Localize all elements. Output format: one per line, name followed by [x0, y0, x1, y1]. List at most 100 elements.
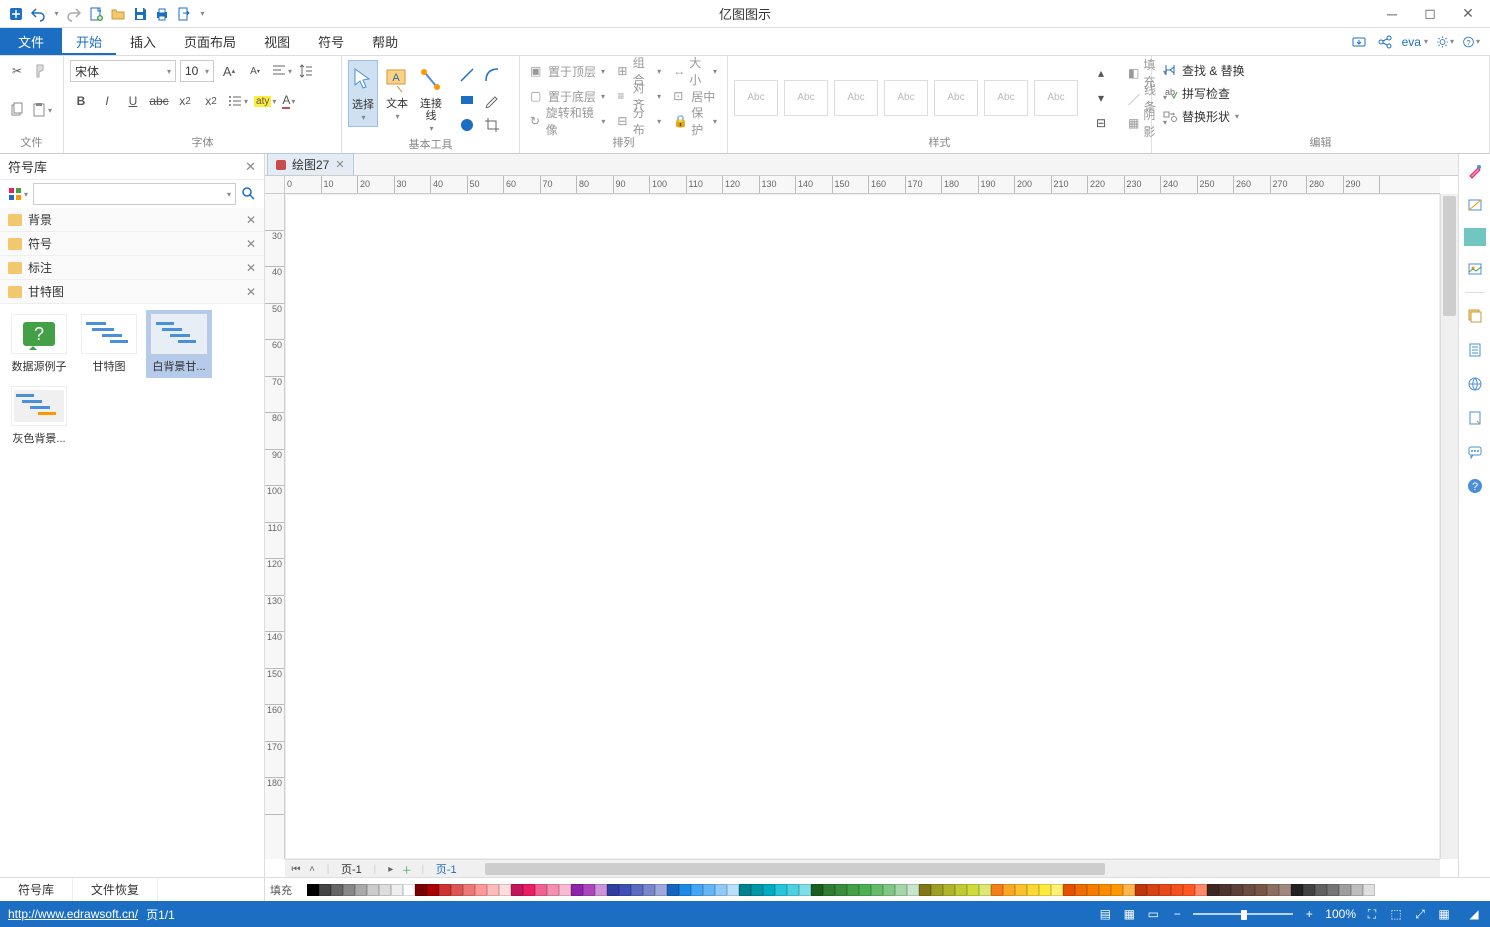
pen-shape-icon[interactable] [481, 89, 503, 111]
theme-panel-icon[interactable] [1464, 228, 1486, 246]
color-swatch[interactable] [1339, 884, 1351, 896]
styles-up-icon[interactable]: ▴ [1090, 62, 1112, 84]
line-spacing-icon[interactable] [297, 60, 315, 82]
file-menu[interactable]: 文件 [0, 28, 62, 55]
color-swatch[interactable] [307, 884, 319, 896]
grid-icon[interactable]: ▦ [1436, 906, 1452, 922]
font-color-icon[interactable]: A▾ [281, 90, 296, 112]
layers-panel-icon[interactable] [1464, 305, 1486, 327]
bottom-tab-library[interactable]: 符号库 [0, 878, 73, 901]
color-swatch[interactable] [763, 884, 775, 896]
status-url[interactable]: http://www.edrawsoft.cn/ [8, 907, 138, 921]
cat-close-icon[interactable]: ✕ [246, 237, 256, 251]
view-mode-3-icon[interactable]: ▭ [1145, 906, 1161, 922]
color-swatch[interactable] [499, 884, 511, 896]
undo-dropdown-icon[interactable]: ▾ [50, 4, 62, 24]
color-swatch[interactable] [1315, 884, 1327, 896]
color-swatch[interactable] [847, 884, 859, 896]
fullscreen-icon[interactable]: ⤢ [1412, 906, 1428, 922]
library-filter-icon[interactable]: ▾ [6, 183, 29, 205]
style-preset-5[interactable]: Abc [934, 80, 978, 116]
hyperlink-panel-icon[interactable] [1464, 373, 1486, 395]
color-swatch[interactable] [1279, 884, 1291, 896]
color-swatch[interactable] [979, 884, 991, 896]
color-swatch[interactable] [355, 884, 367, 896]
color-swatch[interactable] [1147, 884, 1159, 896]
shrink-font-icon[interactable]: A▾ [244, 60, 266, 82]
italic-icon[interactable]: I [96, 90, 118, 112]
export-dropdown-icon[interactable]: ▾ [196, 4, 208, 24]
bold-icon[interactable]: B [70, 90, 92, 112]
color-swatch[interactable] [319, 884, 331, 896]
rotate-button[interactable]: ↻旋转和镜像▾ [526, 110, 609, 132]
color-swatch[interactable] [871, 884, 883, 896]
maximize-button[interactable]: ◻ [1412, 2, 1448, 26]
cut-icon[interactable]: ✂ [6, 60, 28, 82]
color-swatch[interactable] [1075, 884, 1087, 896]
color-swatch[interactable] [907, 884, 919, 896]
underline-icon[interactable]: U [122, 90, 144, 112]
redo-icon[interactable] [64, 4, 84, 24]
color-swatch[interactable] [511, 884, 523, 896]
format-panel-icon[interactable] [1464, 160, 1486, 182]
vertical-scrollbar[interactable] [1440, 194, 1458, 859]
color-swatch[interactable] [967, 884, 979, 896]
color-swatch[interactable] [1327, 884, 1339, 896]
help-panel-icon[interactable]: ? [1464, 475, 1486, 497]
notes-panel-icon[interactable] [1464, 407, 1486, 429]
color-swatch[interactable] [1111, 884, 1123, 896]
save-icon[interactable] [130, 4, 150, 24]
select-tool[interactable]: 选择 ▾ [348, 60, 378, 127]
color-swatch[interactable] [487, 884, 499, 896]
highlight-icon[interactable]: aty▾ [253, 90, 277, 112]
bullets-icon[interactable]: ▾ [226, 90, 249, 112]
color-swatch[interactable] [595, 884, 607, 896]
style-preset-1[interactable]: Abc [734, 80, 778, 116]
shape-grey-bg-gantt[interactable]: 灰色背景... [6, 382, 72, 450]
tab-view[interactable]: 视图 [250, 28, 304, 55]
bring-front-button[interactable]: ▣置于顶层▾ [526, 60, 609, 82]
color-swatch[interactable] [607, 884, 619, 896]
color-swatch[interactable] [1195, 884, 1207, 896]
color-swatch[interactable] [1363, 884, 1375, 896]
color-swatch[interactable] [631, 884, 643, 896]
replace-shape-button[interactable]: 替换形状▾ [1158, 106, 1249, 126]
comments-panel-icon[interactable] [1464, 441, 1486, 463]
color-swatch[interactable] [1171, 884, 1183, 896]
fit-width-icon[interactable]: ⬚ [1388, 906, 1404, 922]
color-swatch[interactable] [1207, 884, 1219, 896]
color-swatch[interactable] [547, 884, 559, 896]
color-swatch[interactable] [1027, 884, 1039, 896]
zoom-slider[interactable] [1193, 913, 1293, 915]
zoom-out-icon[interactable]: − [1169, 906, 1185, 922]
canvas[interactable] [285, 194, 1440, 859]
color-swatch[interactable] [1267, 884, 1279, 896]
color-swatch[interactable] [1135, 884, 1147, 896]
color-swatch[interactable] [427, 884, 439, 896]
view-mode-2-icon[interactable]: ▦ [1121, 906, 1137, 922]
color-swatch[interactable] [1039, 884, 1051, 896]
shape-white-bg-gantt[interactable]: 白背景甘... [146, 310, 212, 378]
color-swatch[interactable] [403, 884, 415, 896]
quick-style-icon[interactable] [1464, 194, 1486, 216]
style-preset-3[interactable]: Abc [834, 80, 878, 116]
search-icon[interactable] [240, 185, 258, 203]
color-swatch[interactable] [715, 884, 727, 896]
find-replace-button[interactable]: 查找 & 替换 [1158, 60, 1249, 80]
format-painter-icon[interactable] [30, 60, 52, 82]
color-swatch[interactable] [703, 884, 715, 896]
settings-icon[interactable]: ▾ [1436, 33, 1454, 51]
color-swatch[interactable] [1063, 884, 1075, 896]
cat-close-icon[interactable]: ✕ [246, 261, 256, 275]
grow-font-icon[interactable]: A▴ [218, 60, 240, 82]
color-swatch[interactable] [679, 884, 691, 896]
color-swatch[interactable] [823, 884, 835, 896]
color-swatch[interactable] [475, 884, 487, 896]
color-swatch[interactable] [1243, 884, 1255, 896]
color-swatch[interactable] [739, 884, 751, 896]
connector-tool[interactable]: 连接线 ▾ [416, 60, 446, 137]
color-swatch[interactable] [1123, 884, 1135, 896]
horizontal-scrollbar[interactable]: ⏮ ˄ | 页-1 | ▸ ＋ | 页-1 [285, 859, 1440, 877]
color-swatch[interactable] [1015, 884, 1027, 896]
page-tab-1[interactable]: 页-1 [337, 861, 366, 877]
